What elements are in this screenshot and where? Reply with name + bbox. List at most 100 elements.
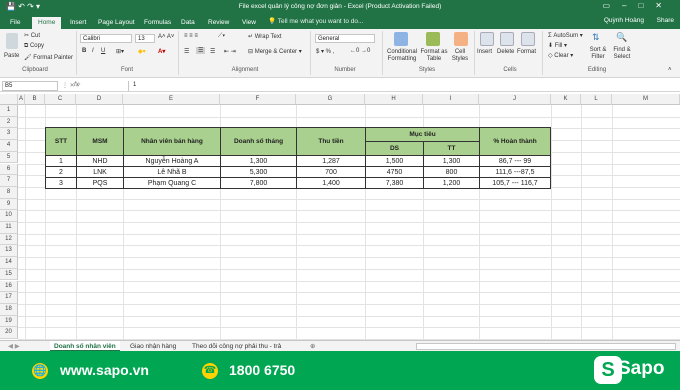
paste-icon[interactable] — [6, 33, 18, 49]
paste-button[interactable]: Paste — [4, 53, 19, 59]
tell-me-search[interactable]: 💡 Tell me what you want to do... — [268, 17, 363, 25]
align-top-icon[interactable]: ≡ ≡ ≡ — [184, 33, 198, 39]
row-header-5[interactable]: 5 — [0, 151, 18, 164]
font-color-icon[interactable]: A▾ — [158, 48, 165, 55]
header-target-tt[interactable]: TT — [423, 141, 480, 156]
formula-input[interactable]: 1 — [128, 81, 676, 91]
copy-button[interactable]: ⧉ Copy — [24, 43, 44, 50]
column-header-c[interactable]: C — [45, 94, 76, 105]
row-header-7[interactable]: 7 — [0, 175, 18, 187]
currency-icon[interactable]: $ ▾ % , — [316, 48, 334, 55]
cell-styles-button[interactable]: Cell Styles — [448, 49, 472, 63]
clear-button[interactable]: ◇ Clear ▾ — [548, 52, 573, 59]
cell-mtt[interactable]: 1,200 — [423, 177, 480, 189]
row-header-16[interactable]: 16 — [0, 280, 18, 293]
tab-data[interactable]: Data — [175, 17, 201, 29]
tab-view[interactable]: View — [236, 17, 262, 29]
underline-button[interactable]: U — [101, 48, 105, 54]
column-header-g[interactable]: G — [296, 94, 365, 105]
collapse-ribbon-icon[interactable]: ˄ — [668, 67, 672, 73]
cell-msm[interactable]: PQS — [76, 177, 124, 189]
row-header-10[interactable]: 10 — [0, 210, 18, 222]
tab-formulas[interactable]: Formulas — [138, 17, 177, 29]
insert-button[interactable]: Insert — [477, 49, 492, 55]
website-link[interactable]: www.sapo.vn — [60, 362, 149, 378]
merge-center-button[interactable]: ⊟ Merge & Center ▾ — [248, 48, 302, 55]
row-header-20[interactable]: 20 — [0, 327, 18, 339]
tab-file[interactable]: File — [4, 17, 26, 29]
hotline-number[interactable]: 1800 6750 — [229, 362, 295, 378]
column-header-i[interactable]: I — [423, 94, 479, 105]
header-stt[interactable]: STT — [45, 127, 77, 156]
row-header-4[interactable]: 4 — [0, 140, 18, 152]
bold-button[interactable]: B — [82, 48, 86, 54]
fill-color-icon[interactable]: ◆▾ — [138, 48, 146, 55]
indent-icon[interactable]: ⇤ ⇥ — [224, 48, 236, 55]
header-monthly-sales[interactable]: Doanh số tháng — [220, 127, 297, 156]
font-size-select[interactable]: 13 — [135, 34, 155, 43]
worksheet-grid[interactable]: ABCDEFGHIJKLM 1 2 3 4 5 6 7 8 9 10 11 12 13 14 15 16 17 1… — [0, 94, 680, 340]
row-header-19[interactable]: 19 — [0, 315, 18, 328]
cell-stt[interactable]: 3 — [45, 177, 77, 189]
column-header-a[interactable]: A — [18, 94, 25, 105]
row-header-17[interactable]: 17 — [0, 292, 18, 304]
tab-review[interactable]: Review — [202, 17, 235, 29]
user-name[interactable]: Quỳnh Hoàng — [604, 17, 644, 24]
italic-button[interactable]: I — [92, 48, 94, 54]
tab-page-layout[interactable]: Page Layout — [92, 17, 141, 29]
align-left-icon[interactable]: ☰ — [184, 48, 189, 55]
column-header-m[interactable]: M — [612, 94, 680, 105]
cell-nv[interactable]: Phạm Quang C — [123, 177, 221, 189]
decimal-icon[interactable]: ←0 →0 — [350, 48, 370, 54]
header-collected[interactable]: Thu tiền — [296, 127, 366, 156]
row-header-11[interactable]: 11 — [0, 222, 18, 234]
wrap-text-button[interactable]: ↵ Wrap Text — [248, 33, 282, 40]
find-select-button[interactable]: Find & Select — [610, 47, 634, 61]
row-header-15[interactable]: 15 — [0, 268, 18, 281]
column-header-h[interactable]: H — [365, 94, 423, 105]
sort-filter-button[interactable]: Sort & Filter — [586, 47, 610, 61]
fill-button[interactable]: ⬇ Fill ▾ — [548, 42, 567, 49]
cell-thu[interactable]: 1,400 — [296, 177, 366, 189]
row-header-14[interactable]: 14 — [0, 257, 18, 269]
align-right-icon[interactable]: ☰ — [210, 48, 215, 55]
horizontal-scrollbar[interactable] — [416, 343, 676, 350]
row-header-1[interactable]: 1 — [0, 105, 18, 117]
header-target-ds[interactable]: DS — [365, 141, 424, 156]
row-header-2[interactable]: 2 — [0, 116, 18, 129]
autosum-button[interactable]: Σ AutoSum ▾ — [548, 32, 583, 39]
row-header-8[interactable]: 8 — [0, 186, 18, 199]
font-name-select[interactable]: Calibri — [80, 34, 132, 43]
column-header-d[interactable]: D — [76, 94, 123, 105]
quick-access-toolbar[interactable]: 💾 ↶ ↷ ▾ — [6, 2, 40, 11]
header-employee[interactable]: Nhân viên bán hàng — [123, 127, 221, 156]
column-header-l[interactable]: L — [581, 94, 612, 105]
row-header-12[interactable]: 12 — [0, 233, 18, 246]
header-msm[interactable]: MSM — [76, 127, 124, 156]
column-header-f[interactable]: F — [220, 94, 296, 105]
delete-button[interactable]: Delete — [497, 49, 514, 55]
column-header-k[interactable]: K — [551, 94, 581, 105]
row-header-9[interactable]: 9 — [0, 198, 18, 211]
format-button[interactable]: Format — [517, 49, 536, 55]
row-header-13[interactable]: 13 — [0, 245, 18, 258]
row-header-18[interactable]: 18 — [0, 303, 18, 316]
format-painter-button[interactable]: 🖌 Format Painter — [24, 54, 73, 61]
share-button[interactable]: Share — [657, 17, 674, 24]
header-completion[interactable]: % Hoàn thành — [479, 127, 551, 156]
number-format-select[interactable]: General — [315, 34, 375, 43]
tab-home[interactable]: Home — [32, 17, 62, 29]
column-header-j[interactable]: J — [479, 94, 551, 105]
name-box[interactable]: B5 — [2, 81, 58, 91]
cell-ds[interactable]: 7,800 — [220, 177, 297, 189]
tab-insert[interactable]: Insert — [64, 17, 92, 29]
orientation-icon[interactable]: ⟋▾ — [218, 33, 225, 40]
column-header-e[interactable]: E — [123, 94, 220, 105]
font-size-buttons[interactable]: A˄ A˅ — [158, 34, 174, 40]
borders-icon[interactable]: ⊞▾ — [116, 48, 124, 55]
cut-button[interactable]: ✂ Cut — [24, 32, 40, 39]
align-center-icon[interactable]: ☰ — [196, 47, 206, 54]
cell-pct[interactable]: 105,7 --- 116,7 — [479, 177, 551, 189]
conditional-formatting-button[interactable]: Conditional Formatting — [386, 49, 418, 63]
row-header-6[interactable]: 6 — [0, 163, 18, 176]
